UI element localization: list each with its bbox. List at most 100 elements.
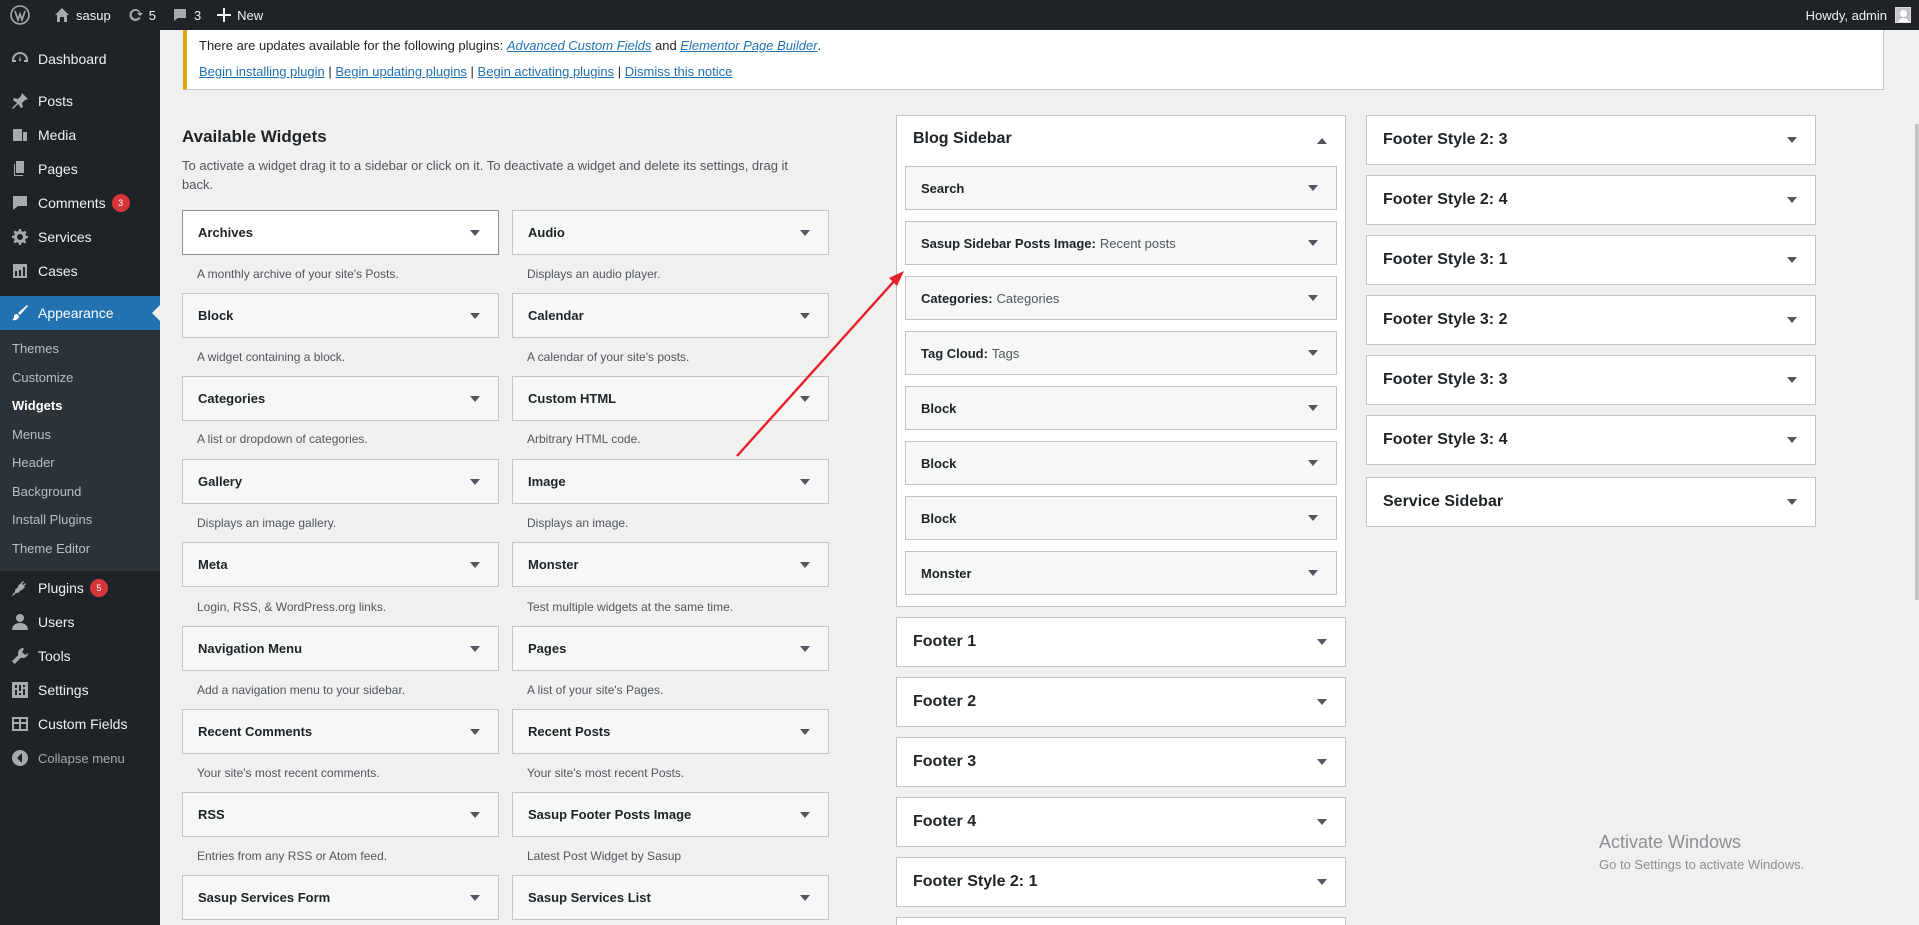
chevron-down-icon xyxy=(1308,350,1318,356)
menu-item-dashboard[interactable]: Dashboard xyxy=(0,42,160,76)
chevron-down-icon xyxy=(800,894,810,901)
widget-recent-comments[interactable]: Recent Comments xyxy=(182,709,499,754)
comment-icon xyxy=(13,196,27,210)
sidebar-area-footer-1[interactable]: Footer 1 xyxy=(896,617,1346,667)
chevron-down-icon xyxy=(1317,879,1327,885)
submenu-widgets[interactable]: Widgets xyxy=(0,392,160,421)
sidebar-area-footer-style-3-4[interactable]: Footer Style 3: 4 xyxy=(1366,415,1816,465)
menu-item-services[interactable]: Services xyxy=(0,220,160,254)
sidebar-widget-sasup-posts-image[interactable]: Sasup Sidebar Posts Image: Recent posts xyxy=(905,221,1337,265)
widget-navigation-menu[interactable]: Navigation Menu xyxy=(182,626,499,671)
widget-sasup-services-form[interactable]: Sasup Services Form xyxy=(182,875,499,920)
submenu-themes[interactable]: Themes xyxy=(0,335,160,364)
widget-categories[interactable]: Categories xyxy=(182,376,499,421)
menu-item-media[interactable]: Media xyxy=(0,118,160,152)
sidebar-area-footer-style-3-3[interactable]: Footer Style 3: 3 xyxy=(1366,355,1816,405)
widget-sasup-footer-posts-image[interactable]: Sasup Footer Posts Image xyxy=(512,792,829,837)
sidebar-area-footer-3[interactable]: Footer 3 xyxy=(896,737,1346,787)
chevron-up-icon[interactable] xyxy=(1317,138,1327,144)
widget-image[interactable]: Image xyxy=(512,459,829,504)
chevron-down-icon xyxy=(1787,437,1797,443)
widget-archives[interactable]: Archives xyxy=(182,210,499,255)
sidebar-widget-tag-cloud[interactable]: Tag Cloud: Tags xyxy=(905,331,1337,375)
sidebar-area-footer-style-2-1[interactable]: Footer Style 2: 1 xyxy=(896,857,1346,907)
sidebar-widget-monster[interactable]: Monster xyxy=(905,551,1337,595)
menu-item-pages[interactable]: Pages xyxy=(0,152,160,186)
submenu-menus[interactable]: Menus xyxy=(0,421,160,450)
site-name-link[interactable]: sasup xyxy=(46,0,119,30)
sidebar-area-footer-style-2-4[interactable]: Footer Style 2: 4 xyxy=(1366,175,1816,225)
chevron-down-icon xyxy=(1308,570,1318,576)
submenu-header[interactable]: Header xyxy=(0,449,160,478)
sidebar-area-footer-4[interactable]: Footer 4 xyxy=(896,797,1346,847)
sidebar-area-footer-2[interactable]: Footer 2 xyxy=(896,677,1346,727)
widget-block[interactable]: Block xyxy=(182,293,499,338)
chevron-down-icon xyxy=(1787,197,1797,203)
sidebar-widget-block[interactable]: Block xyxy=(905,386,1337,430)
widget-recent-posts[interactable]: Recent Posts xyxy=(512,709,829,754)
menu-item-settings[interactable]: Settings xyxy=(0,673,160,707)
widget-pages[interactable]: Pages xyxy=(512,626,829,671)
user-icon xyxy=(12,614,28,630)
new-content-link[interactable]: New xyxy=(209,0,271,30)
menu-item-custom-fields[interactable]: Custom Fields xyxy=(0,707,160,741)
chevron-down-icon xyxy=(470,894,480,901)
chevron-down-icon xyxy=(470,395,480,402)
submenu-install-plugins[interactable]: Install Plugins xyxy=(0,506,160,535)
menu-item-posts[interactable]: Posts xyxy=(0,84,160,118)
gear-icon xyxy=(12,229,28,245)
menu-item-users[interactable]: Users xyxy=(0,605,160,639)
admin-bar: sasup 5 3 New Howdy, admin xyxy=(0,0,1919,30)
scrollbar[interactable] xyxy=(1915,124,1919,600)
sidebar-area-service-sidebar[interactable]: Service Sidebar xyxy=(1366,477,1816,527)
widget-audio[interactable]: Audio xyxy=(512,210,829,255)
widget-rss[interactable]: RSS xyxy=(182,792,499,837)
sidebar-widget-categories[interactable]: Categories: Categories xyxy=(905,276,1337,320)
comments-link[interactable]: 3 xyxy=(164,0,209,30)
pin-icon xyxy=(12,93,28,109)
widget-meta[interactable]: Meta xyxy=(182,542,499,587)
appearance-submenu: Themes Customize Widgets Menus Header Ba… xyxy=(0,330,160,571)
collapse-icon xyxy=(12,750,28,766)
widget-description: Displays an audio player. xyxy=(527,267,661,281)
widget-calendar[interactable]: Calendar xyxy=(512,293,829,338)
menu-item-tools[interactable]: Tools xyxy=(0,639,160,673)
sidebar-area-footer-style-3-1[interactable]: Footer Style 3: 1 xyxy=(1366,235,1816,285)
begin-updating-link[interactable]: Begin updating plugins xyxy=(335,64,467,79)
sidebar-widget-search[interactable]: Search xyxy=(905,166,1337,210)
begin-installing-link[interactable]: Begin installing plugin xyxy=(199,64,325,79)
widget-description: Latest Post Widget by Sasup xyxy=(527,849,682,863)
sidebar-widget-block[interactable]: Block xyxy=(905,496,1337,540)
my-account-link[interactable]: Howdy, admin xyxy=(1806,0,1911,30)
submenu-customize[interactable]: Customize xyxy=(0,364,160,393)
chevron-down-icon xyxy=(1317,699,1327,705)
advanced-custom-fields-link[interactable]: Advanced Custom Fields xyxy=(507,38,652,53)
admin-menu: Dashboard Posts Media Pages Comments 3 Se… xyxy=(0,30,160,925)
widget-gallery[interactable]: Gallery xyxy=(182,459,499,504)
begin-activating-link[interactable]: Begin activating plugins xyxy=(478,64,615,79)
blog-sidebar-area[interactable]: Blog Sidebar Search Sasup Sidebar Posts … xyxy=(896,115,1346,607)
updates-link[interactable]: 5 xyxy=(119,0,164,30)
widget-monster[interactable]: Monster xyxy=(512,542,829,587)
sidebar-widget-block[interactable]: Block xyxy=(905,441,1337,485)
wordpress-logo-button[interactable] xyxy=(0,0,46,30)
chevron-down-icon xyxy=(1317,639,1327,645)
dismiss-notice-link[interactable]: Dismiss this notice xyxy=(625,64,733,79)
menu-item-plugins[interactable]: Plugins 5 xyxy=(0,571,160,605)
menu-item-comments[interactable]: Comments 3 xyxy=(0,186,160,220)
widget-sasup-services-list[interactable]: Sasup Services List xyxy=(512,875,829,920)
sidebar-area-footer-style-3-2[interactable]: Footer Style 3: 2 xyxy=(1366,295,1816,345)
chevron-down-icon xyxy=(800,811,810,818)
menu-item-appearance[interactable]: Appearance xyxy=(0,296,160,330)
menu-item-cases[interactable]: Cases xyxy=(0,254,160,288)
collapse-menu-button[interactable]: Collapse menu xyxy=(0,741,160,775)
submenu-background[interactable]: Background xyxy=(0,478,160,507)
submenu-theme-editor[interactable]: Theme Editor xyxy=(0,535,160,564)
elementor-link[interactable]: Elementor Page Builder xyxy=(680,38,817,53)
widget-custom-html[interactable]: Custom HTML xyxy=(512,376,829,421)
chevron-down-icon xyxy=(1787,137,1797,143)
chevron-down-icon xyxy=(1317,759,1327,765)
sidebar-area-footer-style-2-3[interactable]: Footer Style 2: 3 xyxy=(1366,115,1816,165)
sidebar-area-partial[interactable] xyxy=(896,917,1346,925)
wrench-icon xyxy=(12,648,28,664)
